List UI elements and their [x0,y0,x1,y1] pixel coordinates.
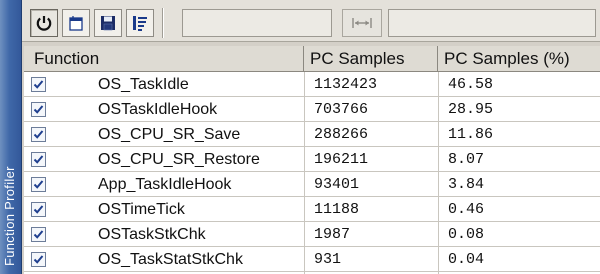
checkmark-icon [33,80,44,89]
pc-percent-value: 0.46 [448,201,485,218]
table-row[interactable]: OS_TaskStatStkChk 931 0.04 [24,247,600,272]
row-checkbox[interactable] [31,252,46,267]
pc-percent-value: 11.86 [448,126,494,143]
pc-samples-value: 703766 [314,101,369,118]
new-document-button[interactable] [62,9,90,37]
checkmark-icon [33,105,44,114]
pc-percent-value: 46.58 [448,76,494,93]
row-checkbox[interactable] [31,152,46,167]
table-row[interactable]: OSTaskStkChk 1987 0.08 [24,222,600,247]
pc-percent-value: 8.07 [448,151,485,168]
pc-samples-value: 1132423 [314,76,378,93]
table-row[interactable]: OS_CPU_SR_Restore 196211 8.07 [24,147,600,172]
row-checkbox[interactable] [31,227,46,242]
table-row[interactable]: OS_TaskIdle 1132423 46.58 [24,72,600,97]
fit-width-button[interactable] [342,9,382,37]
pc-percent-value: 0.04 [448,251,485,268]
table-row[interactable]: OSTaskIdleHook 703766 28.95 [24,97,600,122]
row-checkbox[interactable] [31,177,46,192]
pc-samples-value: 288266 [314,126,369,143]
list-view-button[interactable] [126,9,154,37]
function-name: OS_CPU_SR_Save [98,126,241,143]
table-row[interactable]: App_TaskIdleHook 93401 3.84 [24,172,600,197]
power-icon [36,16,52,31]
pc-samples-value: 196211 [314,151,369,168]
toolbar-field-left[interactable] [182,9,332,37]
function-name: OSTaskStkChk [98,226,206,243]
function-profiler-sidebar: Function Profiler [0,0,22,274]
checkmark-icon [33,255,44,264]
table-row[interactable]: OSTimeTick 11188 0.46 [24,197,600,222]
fit-width-icon [352,18,372,28]
pc-percent-value: 0.08 [448,226,485,243]
column-header-function[interactable]: Function [24,46,304,72]
pc-samples-value: 93401 [314,176,360,193]
document-icon [69,16,83,31]
toolbar [22,0,600,42]
pc-samples-value: 1987 [314,226,351,243]
pc-samples-value: 11188 [314,201,360,218]
power-button[interactable] [30,9,58,37]
checkmark-icon [33,180,44,189]
function-name: App_TaskIdleHook [98,176,232,193]
checkmark-icon [33,230,44,239]
function-name: OSTaskIdleHook [98,101,218,118]
list-lines-icon [133,16,147,31]
function-name: OS_CPU_SR_Restore [98,151,260,168]
function-name: OSTimeTick [98,201,185,218]
table-row[interactable]: OS_CPU_SR_Save 288266 11.86 [24,122,600,147]
checkmark-icon [33,130,44,139]
panel-title: Function Profiler [2,166,17,266]
row-checkbox[interactable] [31,102,46,117]
function-name: OS_TaskStatStkChk [98,251,243,268]
pc-percent-value: 3.84 [448,176,485,193]
save-icon [101,16,115,31]
table-header: Function PC Samples PC Samples (%) [24,46,600,72]
pc-samples-value: 931 [314,251,342,268]
checkmark-icon [33,155,44,164]
column-header-pc-samples-percent[interactable]: PC Samples (%) [438,46,600,72]
toolbar-field-right[interactable] [388,9,596,37]
column-header-pc-samples[interactable]: PC Samples [304,46,438,72]
function-name: OS_TaskIdle [98,76,189,93]
pc-percent-value: 28.95 [448,101,494,118]
profiler-table: Function PC Samples PC Samples (%) OS_Ta… [24,46,600,274]
row-checkbox[interactable] [31,127,46,142]
toolbar-separator [162,8,164,38]
row-checkbox[interactable] [31,202,46,217]
checkmark-icon [33,205,44,214]
save-button[interactable] [94,9,122,37]
row-checkbox[interactable] [31,77,46,92]
